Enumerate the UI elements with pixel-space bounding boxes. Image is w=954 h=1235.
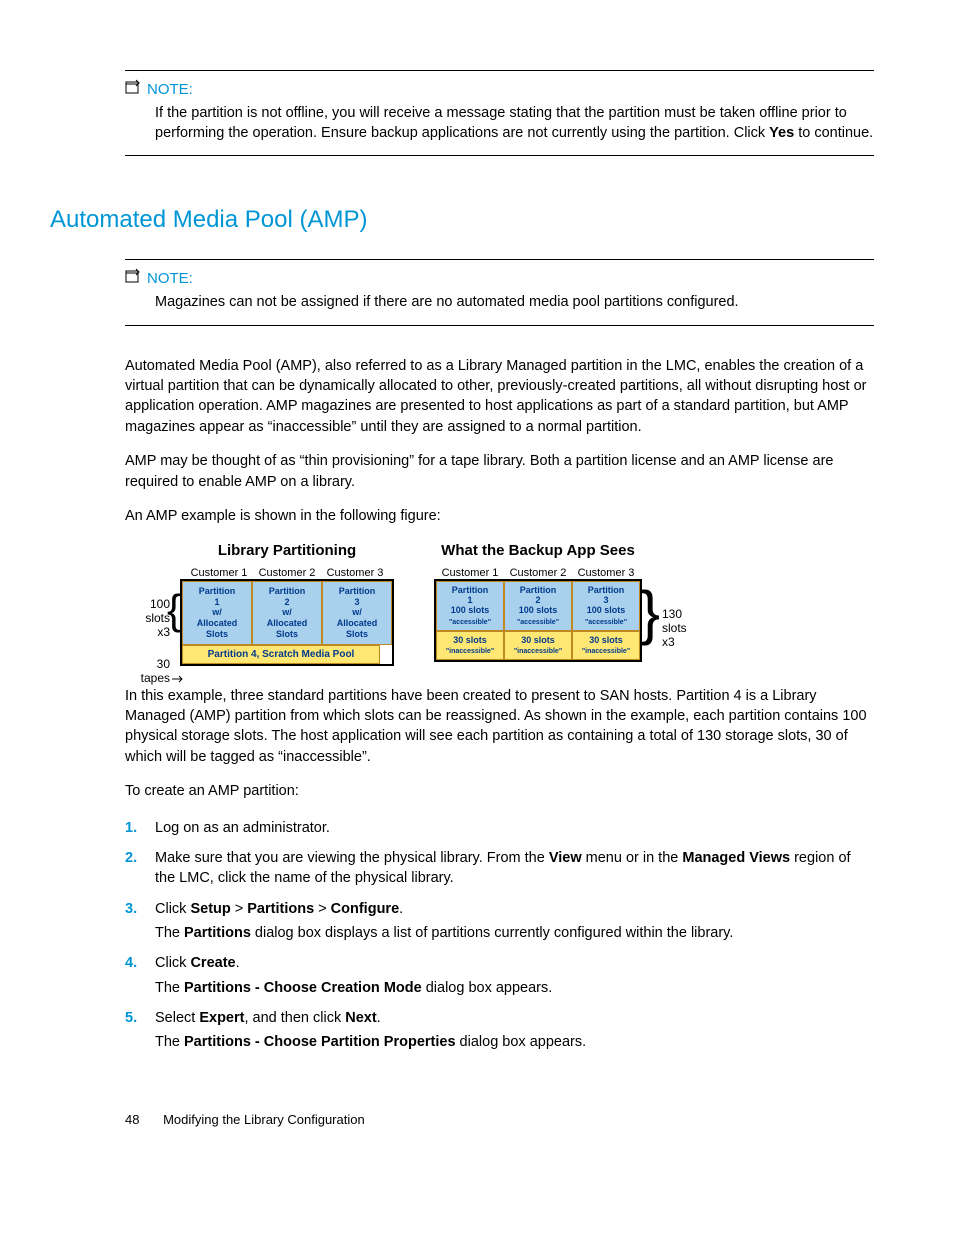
inaccessible-cell: 30 slots"inaccessible" <box>436 631 504 660</box>
inaccessible-cell: 30 slots"inaccessible" <box>572 631 640 660</box>
customer-header-row: Customer 1 Customer 2 Customer 3 <box>180 567 394 579</box>
note-text: If the partition is not offline, you wil… <box>155 104 874 143</box>
customer-header-row: Customer 1 Customer 2 Customer 3 <box>434 567 642 579</box>
diagram-library-partitioning: Library Partitioning Customer 1 Customer… <box>125 542 394 666</box>
step-item: Click Setup > Partitions > Configure. Th… <box>125 899 874 944</box>
customer-header: Customer 1 <box>437 567 503 579</box>
steps-list: Log on as an administrator. Make sure th… <box>125 818 874 1053</box>
brace-icon: { <box>167 597 181 622</box>
paragraph: An AMP example is shown in the following… <box>125 506 874 526</box>
partition-table: Partition1w/AllocatedSlots Partition2w/A… <box>180 579 394 666</box>
note-block-2: NOTE: Magazines can not be assigned if t… <box>125 259 874 326</box>
partition-cell: Partition3100 slots"accessible" <box>572 581 640 631</box>
note-label: NOTE: <box>147 81 193 98</box>
page-footer: 48 Modifying the Library Configuration <box>125 1112 874 1127</box>
diagram-left-title: Library Partitioning <box>180 542 394 559</box>
label-100-slots: 100slotsx3 <box>120 597 170 639</box>
note-icon <box>125 79 141 100</box>
paragraph: In this example, three standard partitio… <box>125 686 874 767</box>
partition-cell: Partition2100 slots"accessible" <box>504 581 572 631</box>
note-icon <box>125 268 141 289</box>
paragraph: Automated Media Pool (AMP), also referre… <box>125 356 874 437</box>
note-label: NOTE: <box>147 270 193 287</box>
note1-bold: Yes <box>769 125 794 141</box>
amp-diagram: Library Partitioning Customer 1 Customer… <box>125 542 874 666</box>
customer-header: Customer 2 <box>254 567 320 579</box>
brace-icon: } <box>640 592 660 634</box>
partition-cell: Partition3w/AllocatedSlots <box>322 581 392 645</box>
partition-cell: Partition1w/AllocatedSlots <box>182 581 252 645</box>
note1-pre: If the partition is not offline, you wil… <box>155 105 847 141</box>
section-heading: Automated Media Pool (AMP) <box>50 206 874 234</box>
partition-cell: Partition2w/AllocatedSlots <box>252 581 322 645</box>
label-30-tapes: 30tapes <box>125 657 170 685</box>
step-item: Log on as an administrator. <box>125 818 874 838</box>
customer-header: Customer 1 <box>186 567 252 579</box>
paragraph: To create an AMP partition: <box>125 781 874 801</box>
paragraph: AMP may be thought of as “thin provision… <box>125 451 874 492</box>
note-block-1: NOTE: If the partition is not offline, y… <box>125 70 874 156</box>
partition-cell: Partition1100 slots"accessible" <box>436 581 504 631</box>
step-item: Click Create. The Partitions - Choose Cr… <box>125 953 874 998</box>
footer-title: Modifying the Library Configuration <box>163 1112 365 1127</box>
step-item: Select Expert, and then click Next. The … <box>125 1008 874 1053</box>
arrow-icon <box>172 670 184 688</box>
note1-post: to continue. <box>794 125 873 141</box>
diagram-backup-app-sees: What the Backup App Sees Customer 1 Cust… <box>434 542 702 666</box>
page-number: 48 <box>125 1112 139 1127</box>
note-header: NOTE: <box>125 79 874 100</box>
step-item: Make sure that you are viewing the physi… <box>125 848 874 889</box>
label-130-slots: 130slotsx3 <box>662 607 702 649</box>
document-page: NOTE: If the partition is not offline, y… <box>0 0 954 1167</box>
note-text: Magazines can not be assigned if there a… <box>155 293 874 313</box>
customer-header: Customer 3 <box>573 567 639 579</box>
diagram-right-title: What the Backup App Sees <box>434 542 642 559</box>
partition-table: Partition1100 slots"accessible" Partitio… <box>434 579 642 662</box>
customer-header: Customer 3 <box>322 567 388 579</box>
inaccessible-cell: 30 slots"inaccessible" <box>504 631 572 660</box>
scratch-pool-cell: Partition 4, Scratch Media Pool <box>182 645 380 664</box>
customer-header: Customer 2 <box>505 567 571 579</box>
note-header: NOTE: <box>125 268 874 289</box>
